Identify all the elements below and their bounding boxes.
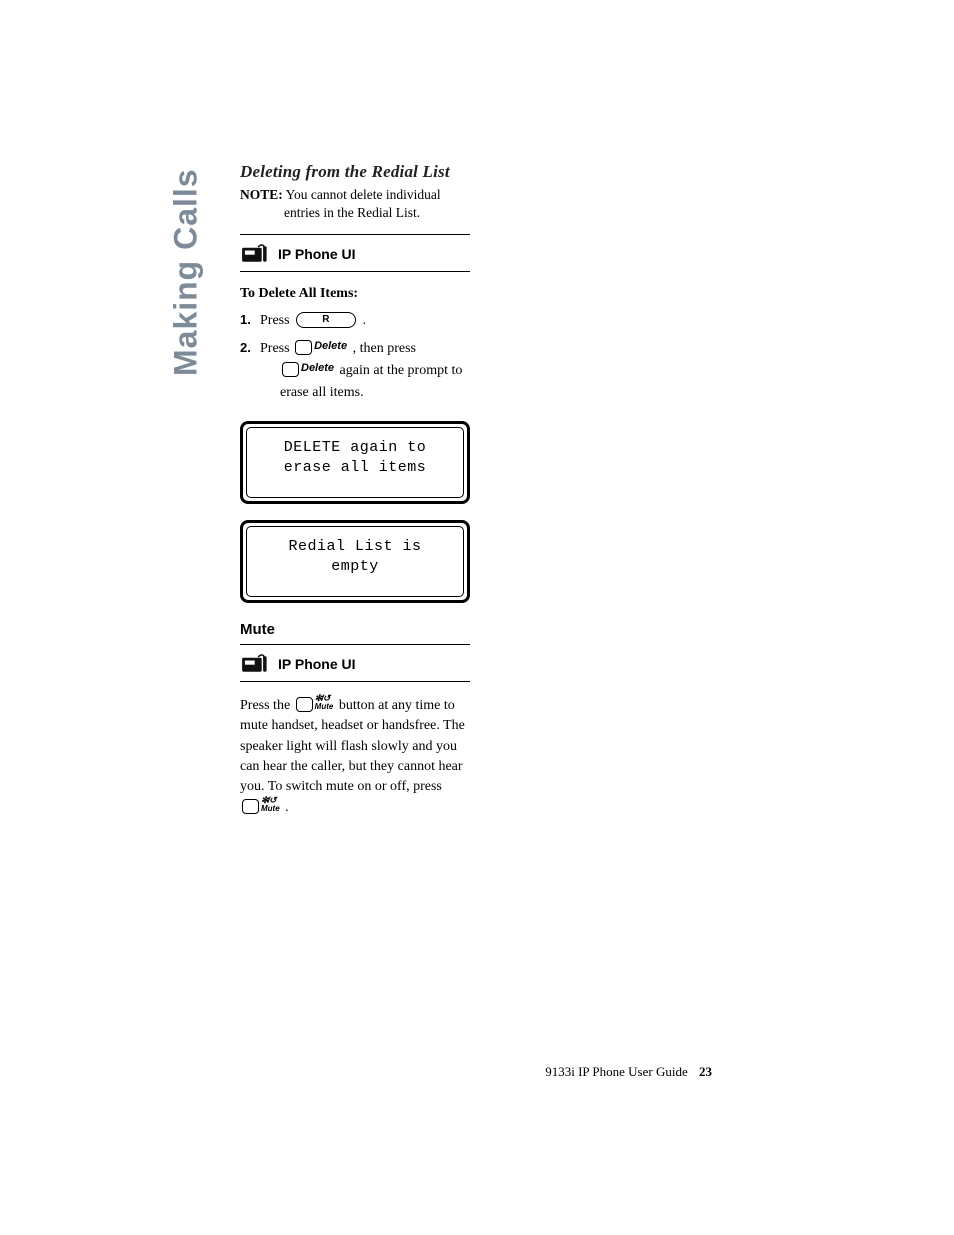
ip-phone-ui-row: IP Phone UI xyxy=(240,653,470,675)
mute-button-icon: ✻/↺ Mute xyxy=(242,798,280,815)
mute-p-press: Press the xyxy=(240,698,290,713)
note-label: NOTE: xyxy=(240,187,283,202)
lcd2-line2: empty xyxy=(259,557,451,577)
page: Making Calls Deleting from the Redial Li… xyxy=(0,0,954,1235)
step2-again: again at the prompt to xyxy=(340,363,463,378)
step-2: Press Delete , then press Delete again a… xyxy=(240,338,470,403)
subheading-delete-all: To Delete All Items: xyxy=(240,286,470,302)
note-text-line1: You cannot delete individual xyxy=(286,187,441,202)
lcd-screen: DELETE again to erase all items xyxy=(240,421,470,504)
delete-softkey-label: Delete xyxy=(314,338,347,355)
step2-erase: erase all items. xyxy=(260,382,470,404)
softkey-cap-icon xyxy=(296,697,313,712)
phone-icon xyxy=(240,243,268,265)
delete-softkey-label: Delete xyxy=(301,360,334,377)
delete-softkey-icon: Delete xyxy=(282,361,334,378)
ip-phone-ui-row: IP Phone UI xyxy=(240,243,470,265)
content-column: Deleting from the Redial List NOTE: You … xyxy=(240,162,470,818)
mute-button-icon: ✻/↺ Mute xyxy=(296,696,334,713)
note-text-line2: entries in the Redial List. xyxy=(240,204,470,222)
heading-mute: Mute xyxy=(240,621,470,638)
softkey-cap-icon xyxy=(282,362,299,377)
ip-phone-ui-label: IP Phone UI xyxy=(278,246,356,262)
phone-icon xyxy=(240,653,268,675)
lcd2-line1: Redial List is xyxy=(259,537,451,557)
step2-press: Press xyxy=(260,341,290,356)
step1-dot: . xyxy=(363,313,367,328)
lcd1-line2: erase all items xyxy=(259,458,451,478)
steps-list: Press R . Press Delete , then press Dele… xyxy=(240,310,470,403)
heading-deleting-redial: Deleting from the Redial List xyxy=(240,162,470,182)
step2-then: , then press xyxy=(353,341,416,356)
delete-softkey-icon: Delete xyxy=(295,339,347,356)
section-tab-making-calls: Making Calls xyxy=(158,162,214,382)
footer: 9133i IP Phone User Guide 23 xyxy=(545,1064,712,1080)
redial-button-label: R xyxy=(322,312,330,328)
lcd-inner: DELETE again to erase all items xyxy=(246,427,464,498)
lcd-group: DELETE again to erase all items Redial L… xyxy=(240,421,470,603)
redial-button-icon: R xyxy=(296,312,356,328)
lcd-screen: Redial List is empty xyxy=(240,520,470,603)
divider xyxy=(240,271,470,272)
mute-label-text: Mute xyxy=(315,703,334,711)
step1-press: Press xyxy=(260,313,290,328)
footer-title: 9133i IP Phone User Guide xyxy=(545,1064,688,1079)
divider xyxy=(240,681,470,682)
lcd-inner: Redial List is empty xyxy=(246,526,464,597)
lcd1-line1: DELETE again to xyxy=(259,438,451,458)
mute-p-dot: . xyxy=(285,800,289,815)
softkey-cap-icon xyxy=(295,340,312,355)
mute-label-text: Mute xyxy=(261,805,280,813)
ip-phone-ui-label: IP Phone UI xyxy=(278,656,356,672)
page-number: 23 xyxy=(699,1064,712,1079)
mute-paragraph: Press the ✻/↺ Mute button at any time to… xyxy=(240,696,470,818)
softkey-cap-icon xyxy=(242,799,259,814)
step-1: Press R . xyxy=(240,310,470,332)
note: NOTE: You cannot delete individual entri… xyxy=(240,186,470,222)
divider xyxy=(240,234,470,235)
divider xyxy=(240,644,470,645)
